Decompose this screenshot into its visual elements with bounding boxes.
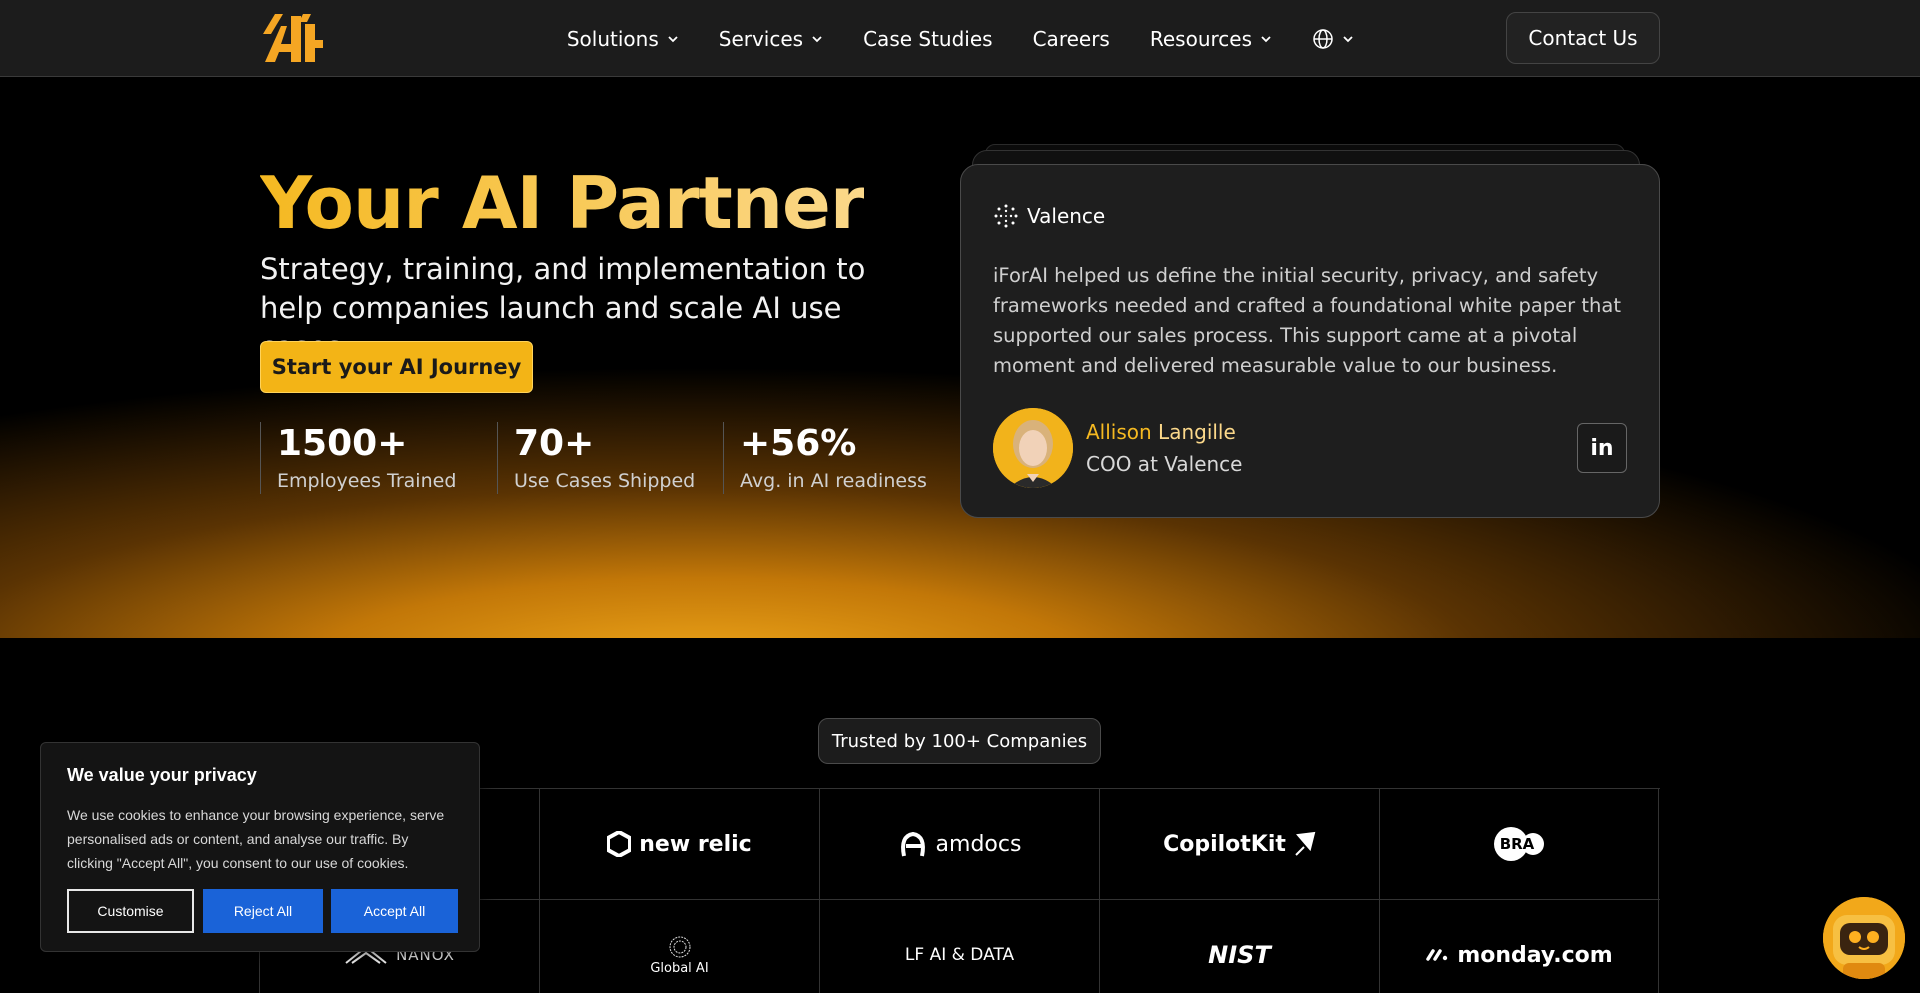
contact-us-button[interactable]: Contact Us	[1506, 12, 1660, 64]
nav-careers-label: Careers	[1032, 26, 1110, 51]
customise-button[interactable]: Customise	[67, 889, 194, 933]
new-relic-icon	[607, 831, 632, 857]
valence-logo-icon	[994, 204, 1018, 228]
last-name: Langille	[1158, 420, 1236, 444]
amdocs-icon	[900, 831, 925, 857]
testimonial-company: Valence	[993, 203, 1105, 229]
nav-services-label: Services	[718, 26, 804, 51]
logo-monday: monday.com	[1379, 900, 1659, 993]
globe-icon	[1313, 28, 1333, 49]
chevron-down-icon	[812, 35, 822, 42]
logo-global-ai: Global AI	[539, 900, 819, 993]
stat-item: 1500+ Employees Trained	[260, 422, 497, 494]
stat-item: 70+ Use Cases Shipped	[497, 422, 723, 494]
nav-careers[interactable]: Careers	[1033, 27, 1110, 51]
logo-text: BRA	[1499, 835, 1535, 853]
global-ai-icon	[669, 936, 690, 957]
avatar	[993, 408, 1073, 488]
nav-case-studies-label: Case Studies	[863, 26, 993, 51]
chevron-down-icon	[1261, 35, 1271, 42]
nav-solutions-label: Solutions	[566, 26, 659, 51]
stat-label: Employees Trained	[277, 470, 457, 492]
logo-text: new relic	[639, 831, 752, 857]
logo-text: amdocs	[935, 831, 1022, 857]
logo-text: monday.com	[1457, 942, 1613, 968]
nav-solutions[interactable]: Solutions	[567, 27, 679, 51]
logo-new-relic: new relic	[539, 789, 819, 899]
nav-resources[interactable]: Resources	[1150, 27, 1272, 51]
logo-nist: NIST	[1099, 900, 1379, 993]
kite-icon	[1295, 831, 1316, 856]
robot-icon	[1823, 897, 1905, 979]
person-role: COO at Valence	[1086, 452, 1243, 476]
brand-logo[interactable]	[261, 12, 327, 64]
stat-value: +56%	[740, 423, 857, 464]
trusted-badge: Trusted by 100+ Companies	[818, 718, 1101, 764]
logo-amdocs: amdocs	[819, 789, 1099, 899]
stat-label: Use Cases Shipped	[514, 470, 696, 492]
testimonial-quote: iForAI helped us define the initial secu…	[993, 264, 1621, 377]
nav-resources-label: Resources	[1149, 26, 1252, 51]
testimonial-card: Valence iForAI helped us define the init…	[960, 164, 1660, 518]
chevron-down-icon	[1343, 35, 1353, 42]
cookie-consent-banner: We value your privacy We use cookies to …	[40, 742, 480, 952]
hero-title: Your AI Partner	[260, 161, 865, 245]
company-name: Valence	[1027, 204, 1106, 228]
nav-services[interactable]: Services	[719, 27, 823, 51]
linkedin-button[interactable]: in	[1577, 423, 1627, 473]
monday-icon	[1426, 949, 1448, 961]
cookie-title: We value your privacy	[67, 765, 257, 785]
cookie-text: We use cookies to enhance your browsing …	[67, 807, 445, 871]
chat-bot-button[interactable]	[1823, 897, 1905, 979]
stat-item: +56% Avg. in AI readiness	[723, 422, 943, 494]
linkedin-icon: in	[1590, 435, 1614, 461]
nav-case-studies[interactable]: Case Studies	[863, 27, 993, 51]
logo-text: NIST	[1208, 941, 1271, 969]
stat-label: Avg. in AI readiness	[740, 470, 927, 492]
start-ai-journey-button[interactable]: Start your AI Journey	[260, 341, 533, 393]
chevron-down-icon	[668, 35, 678, 42]
hero-stats: 1500+ Employees Trained 70+ Use Cases Sh…	[260, 422, 943, 494]
stat-value: 70+	[514, 423, 595, 464]
reject-all-button[interactable]: Reject All	[203, 889, 323, 933]
logo-copilotkit: CopilotKit	[1099, 789, 1379, 899]
logo-text: Global AI	[650, 960, 709, 976]
logo-text: CopilotKit	[1163, 831, 1286, 857]
language-selector[interactable]	[1312, 28, 1354, 50]
first-name: Allison	[1086, 420, 1152, 444]
main-menu: Solutions Services Case Studies Careers …	[567, 0, 1354, 77]
logo-text: LF AI & DATA	[904, 945, 1015, 965]
accept-all-button[interactable]: Accept All	[331, 889, 458, 933]
logo-lf-ai-data: LF AI & DATA	[819, 900, 1099, 993]
top-navbar: Solutions Services Case Studies Careers …	[0, 0, 1920, 77]
logo-bra: BRA	[1379, 789, 1659, 899]
hero-section: Your AI Partner Strategy, training, and …	[0, 78, 1920, 638]
stat-value: 1500+	[277, 423, 408, 464]
person-name: Allison Langille	[1086, 420, 1236, 444]
